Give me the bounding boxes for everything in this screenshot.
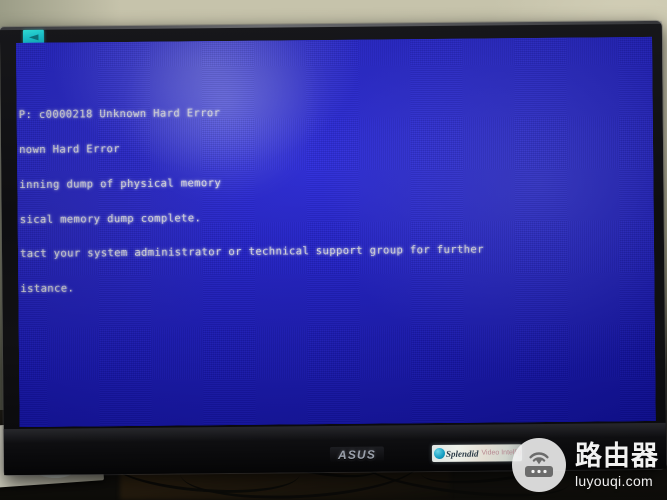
asus-brand-logo: ASUS (329, 446, 385, 463)
bsod-line: P: c0000218 Unknown Hard Error (18, 107, 221, 122)
bsod-line: nown Hard Error (18, 143, 120, 156)
splendid-label: Splendid (445, 448, 479, 459)
monitor-bezel: P: c0000218 Unknown Hard Error nown Hard… (0, 20, 667, 476)
monitor-screen: P: c0000218 Unknown Hard Error nown Hard… (16, 36, 656, 428)
splendid-sublabel: Video Intelligence (481, 449, 523, 457)
bsod-line: istance. (20, 282, 75, 296)
bsod-line: sical memory dump complete. (19, 211, 202, 226)
bsod-message: P: c0000218 Unknown Hard Error nown Hard… (18, 81, 655, 319)
bsod-line: tact your system administrator or techni… (19, 243, 484, 261)
power-led (642, 447, 648, 454)
photo-canvas: P: c0000218 Unknown Hard Error nown Hard… (0, 0, 667, 500)
splendid-dot-icon (433, 447, 446, 460)
bsod-line: inning dump of physical memory (19, 176, 222, 191)
asus-logo-text: ASUS (337, 447, 377, 462)
monitor: P: c0000218 Unknown Hard Error nown Hard… (0, 20, 667, 476)
splendid-sticker: Splendid Video Intelligence (431, 444, 523, 463)
